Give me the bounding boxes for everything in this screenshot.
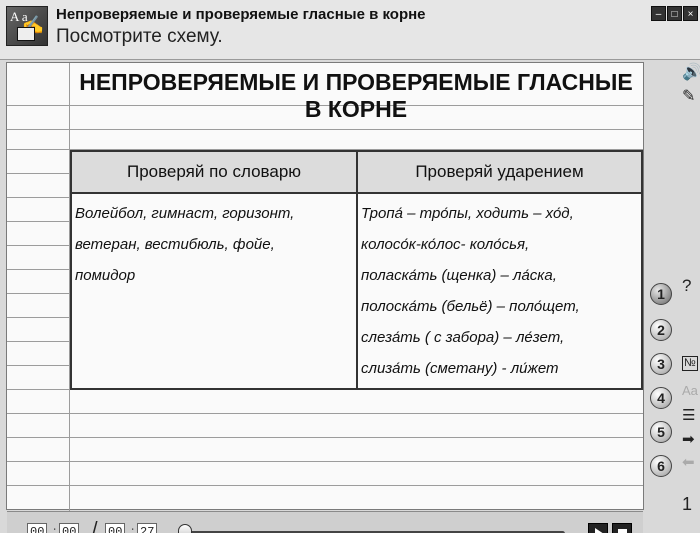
list-icon[interactable]: ☰ bbox=[682, 406, 695, 424]
word-line: колосо́к-ко́лос- коло́сья, bbox=[361, 236, 530, 253]
close-button[interactable]: × bbox=[683, 6, 698, 21]
stop-button[interactable] bbox=[612, 523, 632, 533]
heading-line-2: В КОРНЕ bbox=[304, 96, 408, 122]
column-header-dictionary: Проверяй по словарю bbox=[70, 150, 358, 194]
rules-table: Проверяй по словарю Проверяй ударением В… bbox=[70, 150, 643, 390]
app-icon: A a ✍ bbox=[6, 6, 48, 46]
window-title: Непроверяемые и проверяемые гласные в ко… bbox=[56, 6, 426, 23]
step-button-5[interactable]: 5 bbox=[650, 421, 672, 443]
window-subtitle: Посмотрите схему. bbox=[56, 26, 223, 47]
total-seconds: 27 bbox=[137, 523, 158, 533]
window-controls: – □ × bbox=[651, 6, 698, 21]
play-button[interactable] bbox=[588, 523, 608, 533]
stress-words-cell: Тропа́ – тро́пы, ходить – хо́д, колосо́к… bbox=[356, 192, 643, 390]
progress-knob[interactable] bbox=[178, 524, 192, 533]
prev-arrow-icon[interactable]: ⬅ bbox=[682, 453, 695, 471]
time-colon: : bbox=[131, 524, 135, 533]
total-minutes: 00 bbox=[105, 523, 126, 533]
word-line: Тропа́ – тро́пы, ходить – хо́д, bbox=[361, 205, 574, 222]
step-button-1[interactable]: 1 bbox=[650, 283, 672, 305]
font-icon[interactable]: Aa bbox=[682, 383, 698, 398]
pencil-icon[interactable]: ✎ bbox=[682, 86, 695, 106]
word-line: слиза́ть (сметану) - ли́жет bbox=[361, 360, 559, 377]
current-seconds: 00 bbox=[59, 523, 80, 533]
sound-icon[interactable]: 🔊 bbox=[682, 62, 700, 82]
page-heading: НЕПРОВЕРЯЕМЫЕ И ПРОВЕРЯЕМЫЕ ГЛАСНЫЕ В КО… bbox=[69, 69, 643, 123]
ruled-line bbox=[7, 461, 643, 462]
next-arrow-icon[interactable]: ➡ bbox=[682, 430, 695, 448]
content-panel: НЕПРОВЕРЯЕМЫЕ И ПРОВЕРЯЕМЫЕ ГЛАСНЫЕ В КО… bbox=[6, 62, 644, 533]
word-line: полоска́ть (бельё) – поло́щет, bbox=[361, 298, 580, 315]
media-player-bar: 00 : 00 / 00 : 27 bbox=[7, 511, 643, 533]
maximize-button[interactable]: □ bbox=[667, 6, 682, 21]
ruled-line bbox=[7, 129, 643, 130]
help-icon[interactable]: ? bbox=[682, 276, 691, 296]
step-button-3[interactable]: 3 bbox=[650, 353, 672, 375]
page-number: 1 bbox=[682, 494, 693, 514]
current-minutes: 00 bbox=[27, 523, 48, 533]
word-line: Волейбол, гимнаст, горизонт, bbox=[75, 205, 295, 222]
step-button-6[interactable]: 6 bbox=[650, 455, 672, 477]
title-bar: A a ✍ Непроверяемые и проверяемые гласны… bbox=[0, 0, 700, 60]
word-line: слеза́ть ( с забора) – ле́зет, bbox=[361, 329, 565, 346]
step-button-2[interactable]: 2 bbox=[650, 319, 672, 341]
ruled-line bbox=[7, 437, 643, 438]
word-line: поласка́ть (щенка) – ла́ска, bbox=[361, 267, 557, 284]
heading-line-1: НЕПРОВЕРЯЕМЫЕ И ПРОВЕРЯЕМЫЕ ГЛАСНЫЕ bbox=[79, 69, 633, 95]
step-button-4[interactable]: 4 bbox=[650, 387, 672, 409]
number-icon[interactable]: № bbox=[682, 356, 698, 371]
time-separator: / bbox=[92, 519, 98, 533]
word-line: помидор bbox=[75, 267, 136, 284]
column-header-stress: Проверяй ударением bbox=[356, 150, 643, 194]
word-line: ветеран, вестибюль, фойе, bbox=[75, 236, 275, 253]
ruled-line bbox=[7, 485, 643, 486]
time-colon: : bbox=[53, 524, 57, 533]
minimize-button[interactable]: – bbox=[651, 6, 666, 21]
ruled-line bbox=[7, 413, 643, 414]
dictionary-words-cell: Волейбол, гимнаст, горизонт, ветеран, ве… bbox=[70, 192, 358, 390]
sheet-icon bbox=[17, 27, 35, 41]
